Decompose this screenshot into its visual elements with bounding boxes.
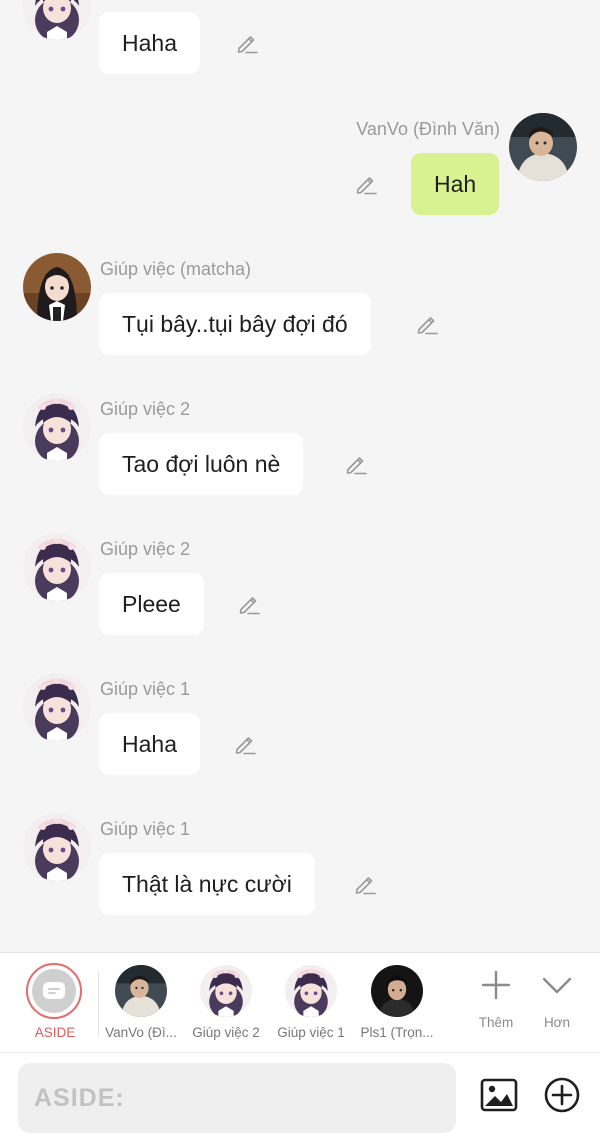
aside-ring [26, 963, 82, 1019]
avatar[interactable] [509, 113, 577, 181]
edit-icon[interactable] [236, 591, 262, 617]
image-icon[interactable] [479, 1075, 519, 1115]
character-label: Giúp việc 2 [192, 1025, 260, 1040]
character-label: Giúp việc 1 [277, 1025, 345, 1040]
edit-icon[interactable] [343, 451, 369, 477]
character-giup-viec-1[interactable]: Giúp việc 1 [269, 963, 353, 1047]
avatar[interactable] [23, 253, 91, 321]
chevron-down-icon [542, 977, 572, 994]
avatar[interactable] [23, 533, 91, 601]
chat-bubble-icon [32, 969, 76, 1013]
message-bubble[interactable]: Haha [99, 713, 200, 775]
edit-icon[interactable] [414, 311, 440, 337]
character-pls1[interactable]: Pls1 (Trọn... [355, 963, 439, 1047]
add-circle-icon[interactable] [542, 1075, 582, 1115]
message-bubble[interactable]: Tao đợi luôn nè [99, 433, 304, 495]
character-label: Pls1 (Trọn... [360, 1025, 434, 1040]
avatar [115, 965, 167, 1017]
message-bubble[interactable]: Pleee [99, 573, 204, 635]
sender-name: Giúp việc (matcha) [100, 259, 252, 279]
aside-label: ASIDE [34, 1025, 76, 1040]
sender-name: Giúp việc 1 [100, 819, 191, 839]
avatar[interactable] [23, 0, 91, 40]
sender-name: Giúp việc 2 [100, 399, 191, 419]
sender-name: VanVo (Đình Văn) [356, 119, 500, 139]
chat-message-list[interactable]: Haha VanVo (Đình Văn) Hah Giúp việc (mat… [0, 0, 600, 952]
edit-icon[interactable] [352, 871, 378, 897]
avatar [371, 965, 423, 1017]
edit-icon[interactable] [234, 30, 260, 56]
collapse-label: Hơn [543, 1015, 571, 1030]
character-vanvo[interactable]: VanVo (Đì... [99, 963, 183, 1047]
avatar[interactable] [23, 813, 91, 881]
plus-icon [481, 970, 511, 1000]
collapse-button[interactable]: Hơn [529, 965, 585, 1045]
message-input[interactable] [18, 1063, 456, 1133]
message-bubble[interactable]: Tụi bây..tụi bây đợi đó [99, 293, 371, 355]
character-giup-viec-2[interactable]: Giúp việc 2 [184, 963, 268, 1047]
composer-bar [0, 1052, 600, 1143]
edit-icon[interactable] [353, 171, 379, 197]
message-bubble[interactable]: Hah [411, 153, 500, 215]
sender-name: Giúp việc 2 [100, 539, 191, 559]
message-bubble[interactable]: Haha [99, 12, 200, 74]
avatar [285, 965, 337, 1017]
more-label: Thêm [478, 1015, 514, 1030]
aside-button[interactable]: ASIDE [13, 963, 97, 1047]
message-bubble[interactable]: Thật là nực cười [99, 853, 315, 915]
edit-icon[interactable] [232, 731, 258, 757]
character-tray: ASIDE VanVo (Đì... Giúp việc 2 Giúp việc… [0, 952, 600, 1052]
avatar[interactable] [23, 393, 91, 461]
character-label: VanVo (Đì... [105, 1025, 177, 1040]
avatar [200, 965, 252, 1017]
sender-name: Giúp việc 1 [100, 679, 191, 699]
more-button[interactable]: Thêm [468, 965, 524, 1045]
avatar[interactable] [23, 673, 91, 741]
